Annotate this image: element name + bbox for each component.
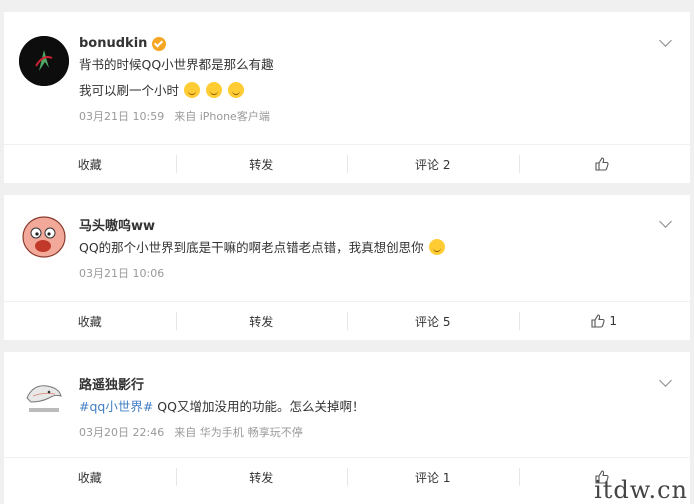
repost-label: 转发 [249,157,274,172]
comment-button[interactable]: 评论 1 [347,458,519,496]
post-text: QQ又增加没用的功能。怎么关掉啊！ [153,399,365,414]
chevron-down-icon[interactable] [659,215,672,228]
post-source-extra: 畅享玩不停 [247,426,303,439]
post-source: 来自 华为手机 [174,426,244,439]
post-meta: 03月20日 22:46 来自 华为手机 畅享玩不停 [79,424,303,440]
like-count: 1 [609,314,618,328]
action-bar: 收藏 转发 评论 2 [4,144,690,183]
username-text[interactable]: 马头嗷呜ww [79,215,155,234]
collect-label: 收藏 [77,314,102,329]
repost-label: 转发 [249,314,274,329]
repost-button[interactable]: 转发 [175,458,348,496]
collect-button[interactable]: 收藏 [4,302,176,340]
repost-label: 转发 [249,470,274,485]
post-card: bonudkin 背书的时候QQ小世界都是那么有趣 我可以刷一个小时 03月21… [4,12,690,183]
username[interactable]: 马头嗷呜ww [79,215,155,234]
avatar[interactable] [19,372,69,422]
collect-button[interactable]: 收藏 [4,458,176,496]
post-date[interactable]: 03月21日 10:59 [79,108,164,124]
repost-button[interactable]: 转发 [175,302,348,340]
post-meta: 03月21日 10:06 [79,265,164,281]
avatar[interactable] [19,36,69,86]
verified-icon [152,36,167,51]
repost-button[interactable]: 转发 [175,145,348,183]
watermark: itdw.cn [594,476,688,504]
post-text: 我可以刷一个小时 [79,83,180,98]
post-date[interactable]: 03月20日 22:46 [79,424,164,440]
username-text[interactable]: 路遥独影行 [79,374,144,393]
post-card: 路遥独影行 #qq小世界# QQ又增加没用的功能。怎么关掉啊！ 03月20日 2… [4,352,690,504]
emoji-icon [205,82,222,98]
post-date[interactable]: 03月21日 10:06 [79,265,164,281]
collect-label: 收藏 [77,157,102,172]
like-button[interactable]: 1 [518,302,691,340]
emoji-icon [184,82,200,98]
username[interactable]: bonudkin [79,36,167,51]
post-card: 马头嗷呜ww QQ的那个小世界到底是干嘛的啊老点错老点错，我真想创思你 03月2… [4,195,690,340]
collect-label: 收藏 [77,470,102,485]
hashtag-link[interactable]: #qq小世界# [79,399,153,414]
collect-button[interactable]: 收藏 [4,145,176,183]
like-button[interactable] [518,145,691,183]
username[interactable]: 路遥独影行 [79,374,144,393]
action-bar: 收藏 转发 评论 5 1 [4,301,690,340]
comment-label: 评论 5 [415,314,451,329]
post-text-line: QQ的那个小世界到底是干嘛的啊老点错老点错，我真想创思你 [79,239,446,257]
like-icon [595,157,609,171]
post-text-line: 背书的时候QQ小世界都是那么有趣 [79,57,274,72]
emoji-icon [428,239,445,255]
chevron-down-icon[interactable] [659,374,672,387]
username-text[interactable]: bonudkin [79,36,147,51]
post-meta: 03月21日 10:59 来自 iPhone客户端 [79,108,270,124]
comment-label: 评论 1 [415,470,451,485]
post-text-line: 我可以刷一个小时 [79,82,245,100]
chevron-down-icon[interactable] [659,34,672,47]
post-text-line: #qq小世界# QQ又增加没用的功能。怎么关掉啊！ [79,398,364,416]
avatar[interactable] [19,213,69,263]
post-source: 来自 iPhone客户端 [174,110,270,123]
post-text: QQ的那个小世界到底是干嘛的啊老点错老点错，我真想创思你 [79,240,424,255]
comment-button[interactable]: 评论 2 [347,145,519,183]
like-icon [591,314,605,328]
comment-button[interactable]: 评论 5 [347,302,519,340]
comment-label: 评论 2 [415,157,451,172]
emoji-icon [227,82,244,98]
action-bar: 收藏 转发 评论 1 [4,457,690,496]
